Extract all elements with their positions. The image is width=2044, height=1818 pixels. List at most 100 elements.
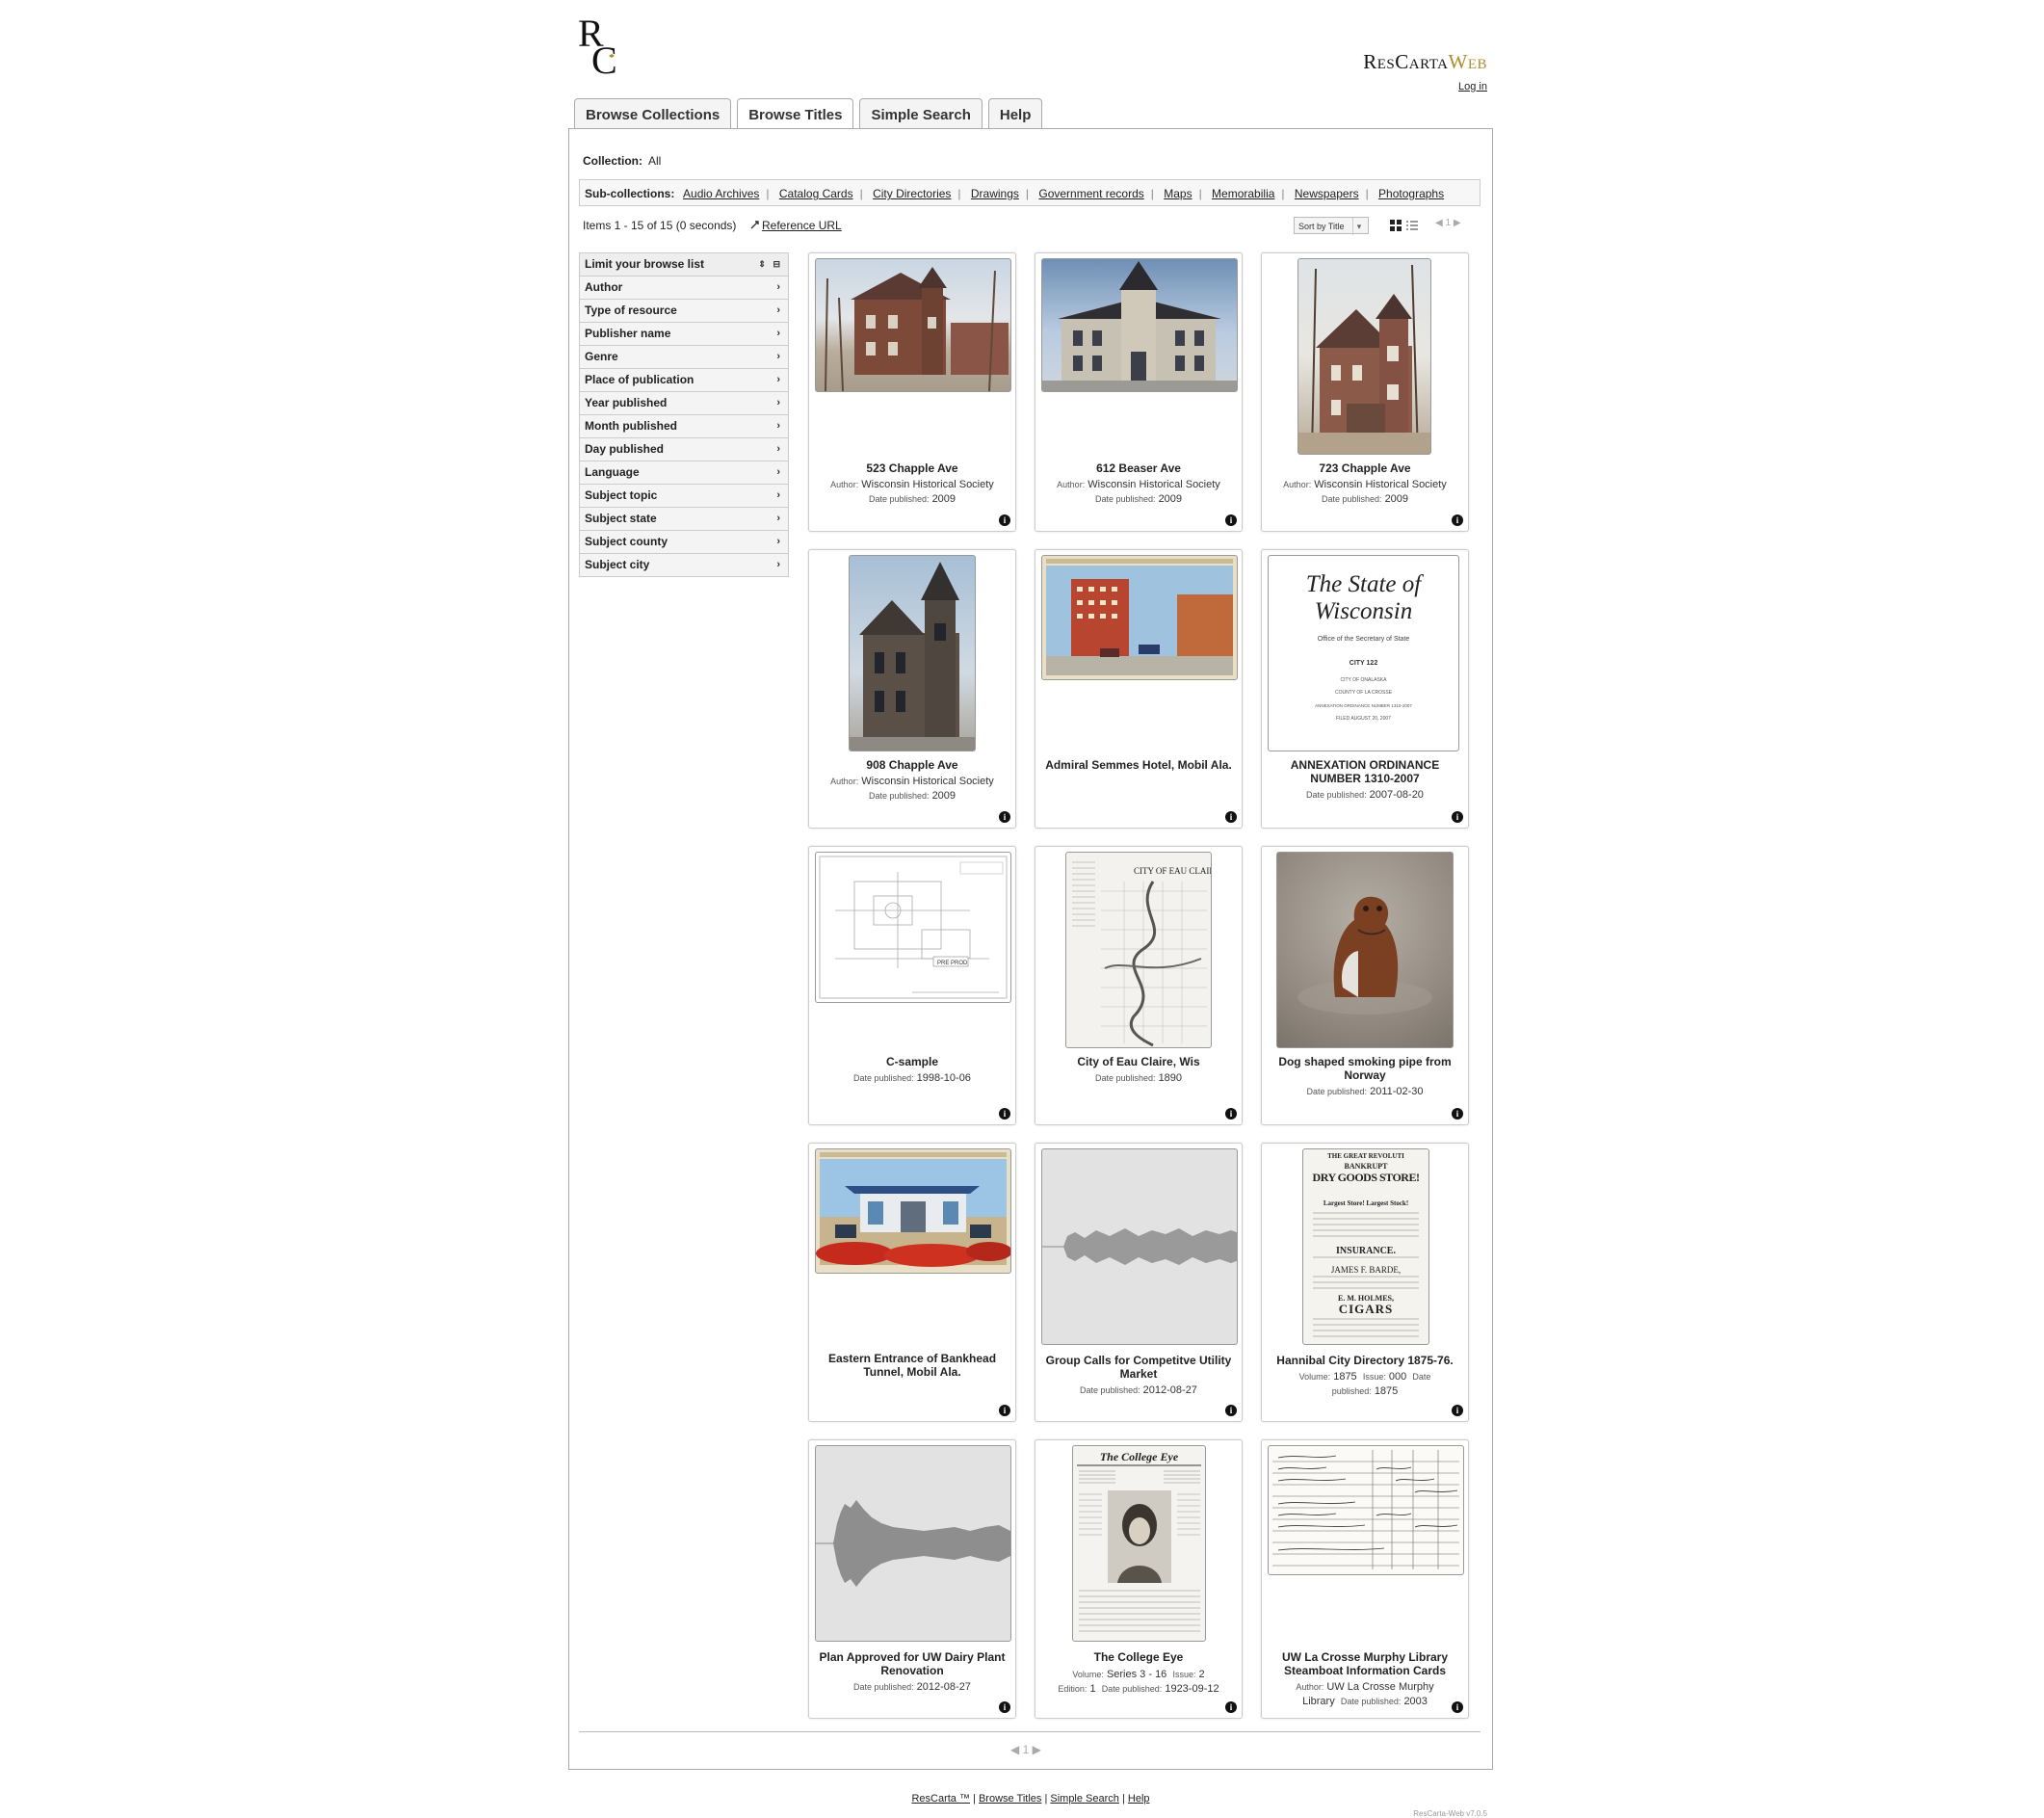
thumbnail-directory-page[interactable]: THE GREAT REVOLUTI BANKRUPT DRY GOODS ST… xyxy=(1302,1148,1429,1345)
thumbnail-postcard[interactable] xyxy=(1041,555,1238,680)
thumbnail-drawing[interactable]: PRE PROD xyxy=(815,852,1011,1003)
result-card[interactable]: Group Calls for Competitve Utility Marke… xyxy=(1035,1143,1243,1422)
item-title[interactable]: Dog shaped smoking pipe from Norway xyxy=(1271,1055,1458,1082)
result-card[interactable]: 723 Chapple Ave Author: Wisconsin Histor… xyxy=(1261,252,1469,532)
tab-browse-collections[interactable]: Browse Collections xyxy=(574,98,732,129)
info-icon[interactable]: i xyxy=(999,811,1010,823)
thumbnail-photo[interactable] xyxy=(1297,258,1431,455)
subcollection-link[interactable]: City Directories xyxy=(873,187,951,200)
thumbnail-audio-waveform[interactable] xyxy=(1041,1148,1238,1345)
item-title[interactable]: 723 Chapple Ave xyxy=(1271,461,1458,475)
facet-author[interactable]: Author › xyxy=(579,276,789,299)
item-title[interactable]: 612 Beaser Ave xyxy=(1045,461,1232,475)
thumbnail-photo[interactable] xyxy=(1276,852,1454,1048)
next-page-icon[interactable]: ▶ xyxy=(1033,1743,1041,1756)
facet-month-published[interactable]: Month published › xyxy=(579,414,789,437)
thumbnail-document[interactable]: The State of Wisconsin Office of the Sec… xyxy=(1268,555,1459,751)
prev-page-icon[interactable]: ◀ xyxy=(1010,1743,1019,1756)
thumbnail-newspaper[interactable]: The College Eye xyxy=(1072,1445,1206,1642)
item-title[interactable]: UW La Crosse Murphy Library Steamboat In… xyxy=(1271,1650,1458,1677)
item-title[interactable]: ANNEXATION ORDINANCE NUMBER 1310-2007 xyxy=(1271,758,1458,785)
result-card[interactable]: 612 Beaser Ave Author: Wisconsin Histori… xyxy=(1035,252,1243,532)
thumbnail-postcard[interactable] xyxy=(815,1148,1011,1274)
item-title[interactable]: 908 Chapple Ave xyxy=(819,758,1006,772)
info-icon[interactable]: i xyxy=(1452,1108,1463,1120)
info-icon[interactable]: i xyxy=(999,1108,1010,1120)
facet-language[interactable]: Language › xyxy=(579,461,789,484)
info-icon[interactable]: i xyxy=(1452,514,1463,526)
facet-type-of-resource[interactable]: Type of resource › xyxy=(579,299,789,322)
result-card[interactable]: Eastern Entrance of Bankhead Tunnel, Mob… xyxy=(808,1143,1016,1422)
footer-link-rescarta[interactable]: ResCarta ™ xyxy=(911,1793,970,1805)
item-title[interactable]: Hannibal City Directory 1875-76. xyxy=(1271,1354,1458,1367)
item-title[interactable]: City of Eau Claire, Wis xyxy=(1045,1055,1232,1068)
result-card[interactable]: UW La Crosse Murphy Library Steamboat In… xyxy=(1261,1439,1469,1719)
prev-page-icon[interactable]: ◀ xyxy=(1435,218,1443,228)
sort-select[interactable]: Sort by Title ▾ xyxy=(1294,217,1369,235)
facet-genre[interactable]: Genre › xyxy=(579,345,789,368)
item-title[interactable]: C-sample xyxy=(819,1055,1006,1068)
result-card[interactable]: Dog shaped smoking pipe from Norway Date… xyxy=(1261,846,1469,1125)
facet-subject-state[interactable]: Subject state › xyxy=(579,507,789,530)
result-card[interactable]: The State of Wisconsin Office of the Sec… xyxy=(1261,549,1469,829)
facet-header[interactable]: Limit your browse list ⇕ ⊟ xyxy=(579,252,789,276)
footer-link-help[interactable]: Help xyxy=(1128,1793,1150,1805)
facet-subject-topic[interactable]: Subject topic › xyxy=(579,484,789,507)
facet-place-of-publication[interactable]: Place of publication › xyxy=(579,368,789,391)
subcollection-link[interactable]: Newspapers xyxy=(1295,187,1359,200)
sort-collapse-icons[interactable]: ⇕ ⊟ xyxy=(758,253,780,276)
footer-link-browse-titles[interactable]: Browse Titles xyxy=(979,1793,1041,1805)
thumbnail-photo[interactable] xyxy=(849,555,976,751)
info-icon[interactable]: i xyxy=(1452,1701,1463,1713)
facet-year-published[interactable]: Year published › xyxy=(579,391,789,414)
subcollection-link[interactable]: Photographs xyxy=(1378,187,1444,200)
result-card[interactable]: Admiral Semmes Hotel, Mobil Ala. i xyxy=(1035,549,1243,829)
subcollection-link[interactable]: Maps xyxy=(1164,187,1192,200)
item-title[interactable]: Group Calls for Competitve Utility Marke… xyxy=(1045,1354,1232,1381)
info-icon[interactable]: i xyxy=(1225,811,1237,823)
info-icon[interactable]: i xyxy=(999,514,1010,526)
result-card[interactable]: THE GREAT REVOLUTI BANKRUPT DRY GOODS ST… xyxy=(1261,1143,1469,1422)
facet-publisher-name[interactable]: Publisher name › xyxy=(579,322,789,345)
result-card[interactable]: CITY OF EAU CLAIRE City of Eau Claire, W… xyxy=(1035,846,1243,1125)
list-view-icon[interactable] xyxy=(1406,220,1418,231)
item-title[interactable]: Eastern Entrance of Bankhead Tunnel, Mob… xyxy=(819,1352,1006,1379)
item-title[interactable]: The College Eye xyxy=(1045,1650,1232,1664)
info-icon[interactable]: i xyxy=(999,1405,1010,1416)
result-card[interactable]: PRE PROD C-sample Date published: 1998-1… xyxy=(808,846,1016,1125)
info-icon[interactable]: i xyxy=(1452,1405,1463,1416)
subcollection-link[interactable]: Government records xyxy=(1038,187,1143,200)
footer-link-simple-search[interactable]: Simple Search xyxy=(1050,1793,1119,1805)
subcollection-link[interactable]: Memorabilia xyxy=(1212,187,1274,200)
tab-simple-search[interactable]: Simple Search xyxy=(859,98,983,129)
login-link[interactable]: Log in xyxy=(1458,81,1487,92)
subcollection-link[interactable]: Catalog Cards xyxy=(779,187,853,200)
facet-day-published[interactable]: Day published › xyxy=(579,437,789,461)
item-title[interactable]: 523 Chapple Ave xyxy=(819,461,1006,475)
info-icon[interactable]: i xyxy=(999,1701,1010,1713)
reference-url-link[interactable]: Reference URL xyxy=(750,219,842,232)
info-icon[interactable]: i xyxy=(1452,811,1463,823)
item-title[interactable]: Plan Approved for UW Dairy Plant Renovat… xyxy=(819,1650,1006,1677)
result-card[interactable]: The College Eye The College Eye Volume: … xyxy=(1035,1439,1243,1719)
result-card[interactable]: 523 Chapple Ave Author: Wisconsin Histor… xyxy=(808,252,1016,532)
next-page-icon[interactable]: ▶ xyxy=(1454,218,1461,228)
thumbnail-catalog-card[interactable] xyxy=(1268,1445,1464,1575)
info-icon[interactable]: i xyxy=(1225,514,1237,526)
thumbnail-photo[interactable] xyxy=(815,258,1011,392)
thumbnail-map[interactable]: CITY OF EAU CLAIRE xyxy=(1065,852,1212,1048)
result-card[interactable]: 908 Chapple Ave Author: Wisconsin Histor… xyxy=(808,549,1016,829)
item-title[interactable]: Admiral Semmes Hotel, Mobil Ala. xyxy=(1045,758,1232,772)
tab-browse-titles[interactable]: Browse Titles xyxy=(737,98,854,130)
subcollection-link[interactable]: Audio Archives xyxy=(683,187,759,200)
info-icon[interactable]: i xyxy=(1225,1405,1237,1416)
result-card[interactable]: Plan Approved for UW Dairy Plant Renovat… xyxy=(808,1439,1016,1719)
subcollection-link[interactable]: Drawings xyxy=(971,187,1019,200)
facet-subject-county[interactable]: Subject county › xyxy=(579,530,789,553)
info-icon[interactable]: i xyxy=(1225,1701,1237,1713)
tab-help[interactable]: Help xyxy=(987,98,1043,129)
thumbnail-photo[interactable] xyxy=(1041,258,1238,392)
thumbnail-audio-waveform[interactable] xyxy=(815,1445,1011,1642)
grid-view-icon[interactable] xyxy=(1390,220,1402,231)
facet-subject-city[interactable]: Subject city › xyxy=(579,553,789,577)
